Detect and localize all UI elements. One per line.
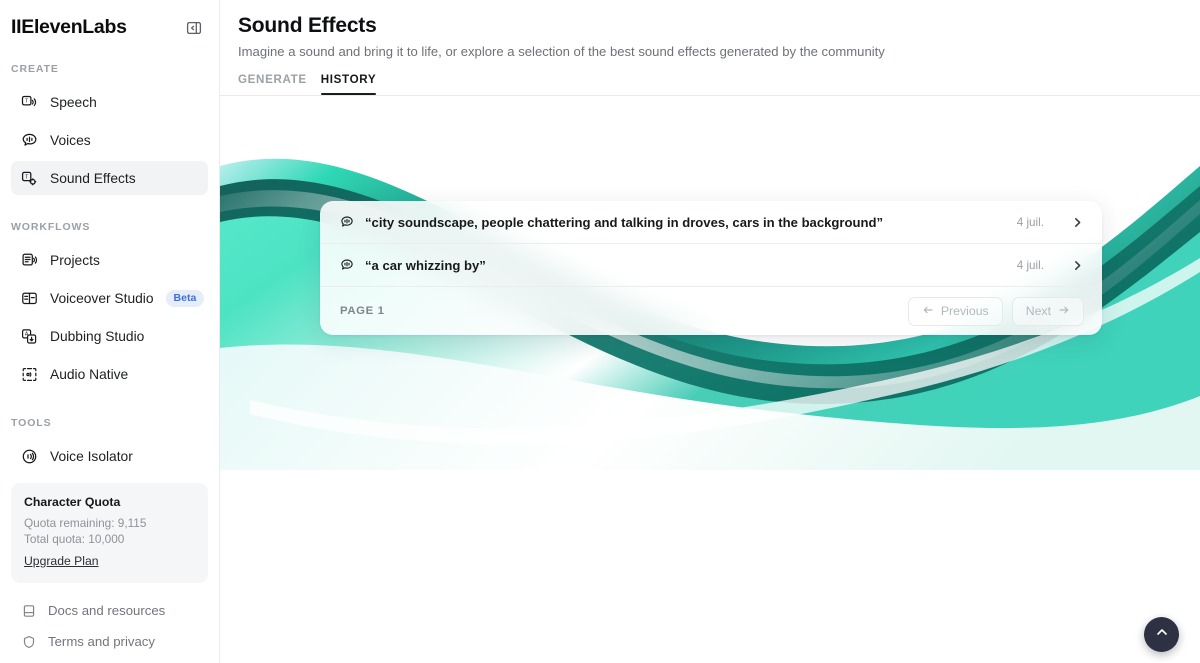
main-content: Sound Effects Imagine a sound and bring … bbox=[220, 0, 1200, 663]
sidebar-item-label: Audio Native bbox=[50, 366, 129, 382]
audio-native-icon bbox=[21, 366, 38, 383]
footer-label: Docs and resources bbox=[48, 603, 166, 618]
chevron-up-icon bbox=[1154, 624, 1170, 645]
sidebar-item-audio-native[interactable]: Audio Native bbox=[11, 357, 208, 391]
tab-history[interactable]: HISTORY bbox=[320, 73, 377, 95]
voice-isolator-icon bbox=[21, 448, 38, 465]
pagination-bar: PAGE 1 Previous Next bbox=[320, 287, 1102, 335]
voices-icon bbox=[21, 132, 38, 149]
history-row-date: 4 juil. bbox=[1016, 215, 1044, 229]
sidebar-item-dubbing-studio[interactable]: A Dubbing Studio bbox=[11, 319, 208, 353]
tab-generate[interactable]: GENERATE bbox=[238, 73, 307, 95]
sound-effect-bubble-icon bbox=[340, 215, 354, 229]
history-row[interactable]: “city soundscape, people chattering and … bbox=[320, 201, 1102, 244]
sidebar-item-label: Speech bbox=[50, 94, 97, 110]
quota-remaining: Quota remaining: 9,115 bbox=[24, 516, 147, 530]
svg-text:T: T bbox=[25, 174, 29, 180]
sidebar-item-label: Projects bbox=[50, 252, 100, 268]
sidebar-item-label: Voice Isolator bbox=[50, 448, 133, 464]
header-divider bbox=[220, 95, 1200, 96]
history-row-prompt: “a car whizzing by” bbox=[365, 257, 486, 273]
brand-logo: IIElevenLabs bbox=[11, 16, 127, 38]
sidebar-item-label: Sound Effects bbox=[50, 170, 136, 186]
terms-and-privacy-link[interactable]: Terms and privacy bbox=[0, 626, 219, 657]
sidebar-item-voices[interactable]: Voices bbox=[11, 123, 208, 157]
previous-page-button[interactable]: Previous bbox=[907, 296, 1003, 326]
voiceover-studio-icon bbox=[21, 290, 38, 307]
previous-page-label: Previous bbox=[940, 304, 989, 318]
sidebar-section-tools-items: Voice Isolator bbox=[0, 439, 219, 477]
book-icon bbox=[21, 603, 36, 618]
sidebar-item-label: Voiceover Studio bbox=[50, 290, 154, 306]
svg-text:T: T bbox=[25, 98, 29, 104]
sidebar-section-create-items: T Speech Voices T Sound Effects bbox=[0, 85, 219, 199]
footer-label: Terms and privacy bbox=[48, 634, 155, 649]
page-indicator: PAGE 1 bbox=[340, 305, 385, 317]
shield-icon bbox=[21, 634, 36, 649]
sidebar-item-speech[interactable]: T Speech bbox=[11, 85, 208, 119]
character-quota-card: Character Quota Quota remaining: 9,115 T… bbox=[11, 483, 208, 583]
brand-row: IIElevenLabs bbox=[0, 0, 219, 39]
sidebar-item-voice-isolator[interactable]: Voice Isolator bbox=[11, 439, 208, 473]
next-page-label: Next bbox=[1025, 304, 1051, 318]
sidebar-item-projects[interactable]: Projects bbox=[11, 243, 208, 277]
sidebar-item-label: Dubbing Studio bbox=[50, 328, 145, 344]
history-row[interactable]: “a car whizzing by” 4 juil. bbox=[320, 244, 1102, 287]
chevron-right-icon[interactable] bbox=[1071, 216, 1084, 229]
quota-title: Character Quota bbox=[24, 495, 121, 509]
arrow-left-icon bbox=[922, 304, 934, 319]
history-card: “city soundscape, people chattering and … bbox=[320, 201, 1102, 335]
upgrade-plan-link[interactable]: Upgrade Plan bbox=[24, 554, 99, 568]
app-root: IIElevenLabs CREATE T Speech Voices T So… bbox=[0, 0, 1200, 663]
chevron-right-icon[interactable] bbox=[1071, 259, 1084, 272]
projects-icon bbox=[21, 252, 38, 269]
sidebar-item-sound-effects[interactable]: T Sound Effects bbox=[11, 161, 208, 195]
speech-icon: T bbox=[21, 94, 38, 111]
next-page-button[interactable]: Next bbox=[1011, 296, 1084, 326]
sound-effects-icon: T bbox=[21, 170, 38, 187]
sidebar-item-voiceover-studio[interactable]: Voiceover Studio Beta bbox=[11, 281, 208, 315]
sidebar-item-label: Voices bbox=[50, 132, 91, 148]
status-badge: Beta bbox=[165, 289, 205, 307]
history-row-prompt: “city soundscape, people chattering and … bbox=[365, 214, 884, 230]
page-header: Sound Effects Imagine a sound and bring … bbox=[220, 0, 1200, 95]
arrow-right-icon bbox=[1058, 304, 1070, 319]
sidebar-section-workflows-items: Projects Voiceover Studio Beta A Dubbing… bbox=[0, 243, 219, 395]
history-row-date: 4 juil. bbox=[1016, 258, 1044, 272]
page-subtitle: Imagine a sound and bring it to life, or… bbox=[238, 44, 885, 59]
tab-bar: GENERATE HISTORY bbox=[238, 73, 1200, 95]
panel-collapse-icon[interactable] bbox=[183, 17, 205, 39]
quota-total: Total quota: 10,000 bbox=[24, 532, 125, 546]
docs-and-resources-link[interactable]: Docs and resources bbox=[0, 595, 219, 626]
sidebar-section-create-label: CREATE bbox=[11, 63, 59, 75]
sidebar: IIElevenLabs CREATE T Speech Voices T So… bbox=[0, 0, 220, 663]
dubbing-studio-icon: A bbox=[21, 328, 38, 345]
sidebar-section-workflows-label: WORKFLOWS bbox=[11, 221, 91, 233]
sidebar-section-tools-label: TOOLS bbox=[11, 417, 52, 429]
page-title: Sound Effects bbox=[238, 14, 377, 37]
sound-effect-bubble-icon bbox=[340, 258, 354, 272]
scroll-to-top-button[interactable] bbox=[1144, 617, 1179, 652]
